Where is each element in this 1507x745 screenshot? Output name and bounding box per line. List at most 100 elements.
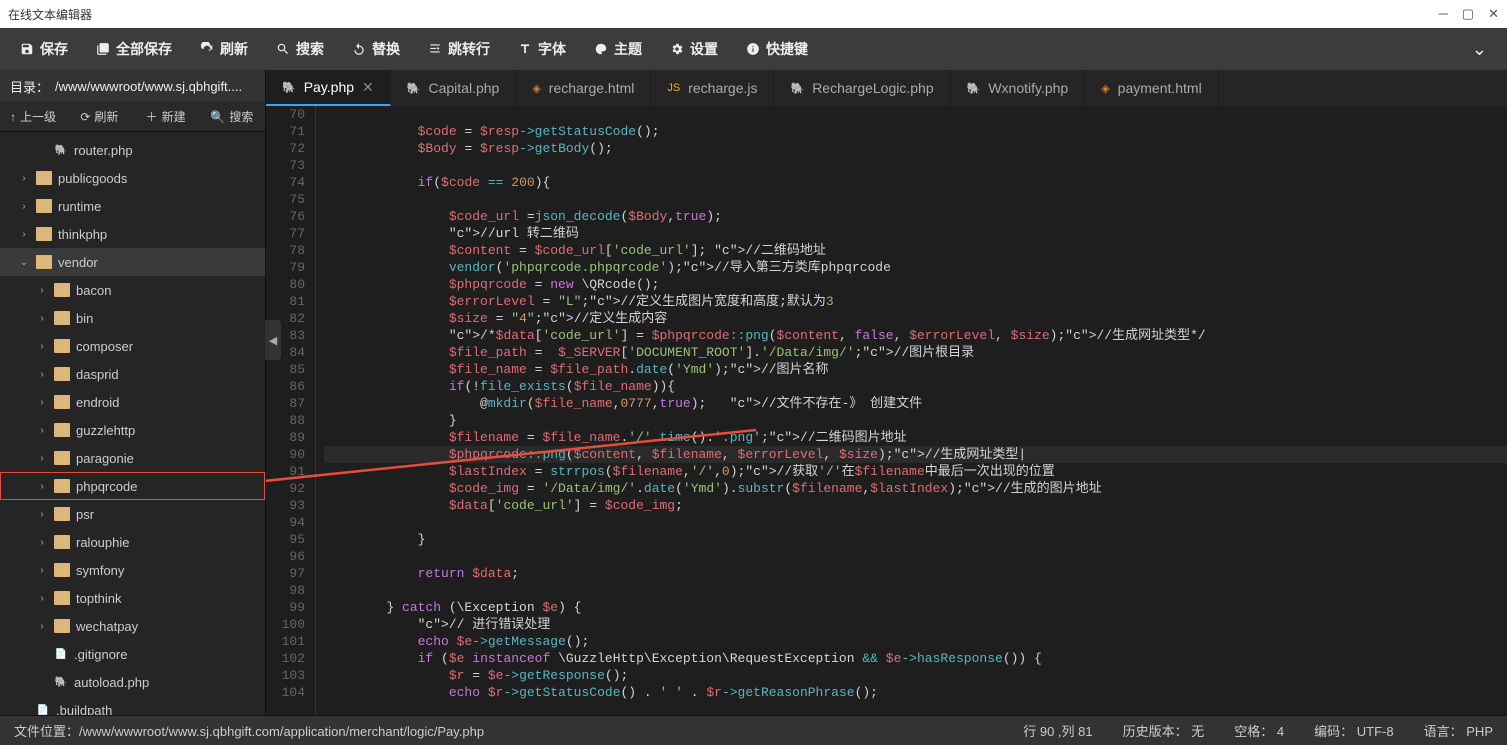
shortcuts-button[interactable]: 快捷键 [732,28,822,70]
code-line[interactable]: $phpqrcode = new \QRcode(); [324,276,1507,293]
code-line[interactable]: if($code == 200){ [324,174,1507,191]
code-line[interactable]: $errorLevel = "L";"c">//定义生成图片宽度和高度;默认为3 [324,293,1507,310]
code-line[interactable]: } catch (\Exception $e) { [324,599,1507,616]
tree-item-symfony[interactable]: ›symfony [0,556,265,584]
file-tree[interactable]: 🐘router.php›publicgoods›runtime›thinkphp… [0,132,265,715]
tree-item-wechatpay[interactable]: ›wechatpay [0,612,265,640]
code-line[interactable]: $code_img = '/Data/img/'.date('Ymd').sub… [324,480,1507,497]
code-line[interactable]: $Body = $resp->getBody(); [324,140,1507,157]
tab-RechargeLogic-php[interactable]: 🐘RechargeLogic.php [774,70,950,106]
code-line[interactable] [324,106,1507,123]
tab-recharge-html[interactable]: ◈recharge.html [516,70,651,106]
tab-payment-html[interactable]: ◈payment.html [1085,70,1219,106]
refresh-tree-button[interactable]: ⟳ 刷新 [66,108,132,125]
code-line[interactable]: @mkdir($file_name,0777,true); "c">//文件不存… [324,395,1507,412]
code-content[interactable]: $code = $resp->getStatusCode(); $Body = … [316,106,1507,715]
status-encoding[interactable]: 编码： UTF-8 [1314,721,1393,740]
chevron-icon: › [36,593,48,604]
tree-item-endroid[interactable]: ›endroid [0,388,265,416]
code-line[interactable]: $size = "4";"c">//定义生成内容 [324,310,1507,327]
code-line[interactable] [324,514,1507,531]
chevron-icon: › [36,285,48,296]
tab-recharge-js[interactable]: JSrecharge.js [651,70,774,106]
sidebar-toolbar: ↑ 上一级 ⟳ 刷新 ＋ 新建 🔍 搜索 [0,102,265,132]
code-line[interactable] [324,582,1507,599]
tree-item-vendor[interactable]: ⌄vendor [0,248,265,276]
code-line[interactable]: $file_name = $file_path.date('Ymd');"c">… [324,361,1507,378]
code-line[interactable]: "c">// 进行错误处理 [324,616,1507,633]
code-line[interactable]: $r = $e->getResponse(); [324,667,1507,684]
status-history[interactable]: 历史版本： 无 [1123,721,1205,740]
code-line[interactable]: $code = $resp->getStatusCode(); [324,123,1507,140]
tree-item-autoload-php[interactable]: 🐘autoload.php [0,668,265,696]
sidebar-dir-header[interactable]: 目录： /www/wwwroot/www.sj.qbhgift.... [0,70,265,102]
up-button[interactable]: ↑ 上一级 [0,108,66,125]
status-indent[interactable]: 空格： 4 [1234,721,1284,740]
code-line[interactable]: $phpqrcode::png($content, $filename, $er… [324,446,1507,463]
tree-item-bacon[interactable]: ›bacon [0,276,265,304]
tree-item-paragonie[interactable]: ›paragonie [0,444,265,472]
code-line[interactable] [324,191,1507,208]
line-number: 87 [266,395,305,412]
code-line[interactable]: vendor('phpqrcode.phpqrcode');"c">//导入第三… [324,259,1507,276]
goto-button[interactable]: 跳转行 [414,28,504,70]
code-line[interactable] [324,157,1507,174]
code-line[interactable]: "c">//url 转二维码 [324,225,1507,242]
search-tree-button[interactable]: 🔍 搜索 [199,108,265,125]
code-line[interactable]: if ($e instanceof \GuzzleHttp\Exception\… [324,650,1507,667]
tree-item-runtime[interactable]: ›runtime [0,192,265,220]
code-line[interactable]: if(!file_exists($file_name)){ [324,378,1507,395]
tree-item-psr[interactable]: ›psr [0,500,265,528]
tree-item-bin[interactable]: ›bin [0,304,265,332]
code-line[interactable]: $lastIndex = strrpos($filename,'/',0);"c… [324,463,1507,480]
tree-item-phpqrcode[interactable]: ›phpqrcode [0,472,265,500]
tab-close-button[interactable]: ✕ [362,79,374,96]
new-file-button[interactable]: ＋ 新建 [133,108,199,125]
tree-item-label: thinkphp [58,227,107,242]
code-line[interactable]: $code_url =json_decode($Body,true); [324,208,1507,225]
replace-button[interactable]: 替换 [338,28,414,70]
tree-item-dasprid[interactable]: ›dasprid [0,360,265,388]
font-button[interactable]: 字体 [504,28,580,70]
close-window-button[interactable]: ✕ [1488,6,1499,22]
settings-button[interactable]: 设置 [656,28,732,70]
tree-item-composer[interactable]: ›composer [0,332,265,360]
code-line[interactable]: "c">/*$data['code_url'] = $phpqrcode::pn… [324,327,1507,344]
search-button[interactable]: 搜索 [262,28,338,70]
code-line[interactable]: $file_path = $_SERVER['DOCUMENT_ROOT'].'… [324,344,1507,361]
code-line[interactable]: $data['code_url'] = $code_img; [324,497,1507,514]
save-all-button[interactable]: 全部保存 [82,28,186,70]
code-line[interactable]: } [324,412,1507,429]
tree-item-publicgoods[interactable]: ›publicgoods [0,164,265,192]
code-line[interactable] [324,548,1507,565]
tab-Wxnotify-php[interactable]: 🐘Wxnotify.php [951,70,1086,106]
tab-Capital-php[interactable]: 🐘Capital.php [391,70,517,106]
tree-item-guzzlehttp[interactable]: ›guzzlehttp [0,416,265,444]
code-line[interactable]: } [324,531,1507,548]
tree-item-thinkphp[interactable]: ›thinkphp [0,220,265,248]
tab-Pay-php[interactable]: 🐘Pay.php✕ [266,70,391,106]
tree-item-ralouphie[interactable]: ›ralouphie [0,528,265,556]
collapse-toolbar-button[interactable]: ⌄ [1458,39,1501,60]
status-language[interactable]: 语言： PHP [1424,721,1493,740]
tree-item--buildpath[interactable]: 📄.buildpath [0,696,265,715]
refresh-button[interactable]: 刷新 [186,28,262,70]
code-line[interactable]: $content = $code_url['code_url']; "c">//… [324,242,1507,259]
theme-button[interactable]: 主题 [580,28,656,70]
tree-item-topthink[interactable]: ›topthink [0,584,265,612]
line-number: 100 [266,616,305,633]
code-line[interactable]: echo $r->getStatusCode() . ' ' . $r->get… [324,684,1507,701]
maximize-button[interactable]: ▢ [1462,6,1474,22]
code-area[interactable]: 7071727374757677787980818283848586878889… [266,106,1507,715]
code-line[interactable]: echo $e->getMessage(); [324,633,1507,650]
status-line-col[interactable]: 行 90 ,列 81 [1023,721,1092,740]
sidebar-collapse-handle[interactable]: ◀ [265,320,281,360]
save-button[interactable]: 保存 [6,28,82,70]
code-line[interactable]: return $data; [324,565,1507,582]
tree-item--gitignore[interactable]: 📄.gitignore [0,640,265,668]
save-icon [20,42,34,56]
theme-icon [594,42,608,56]
minimize-button[interactable]: ─ [1439,6,1448,22]
tree-item-router-php[interactable]: 🐘router.php [0,136,265,164]
code-line[interactable]: $filename = $file_name.'/'.time().'.png'… [324,429,1507,446]
